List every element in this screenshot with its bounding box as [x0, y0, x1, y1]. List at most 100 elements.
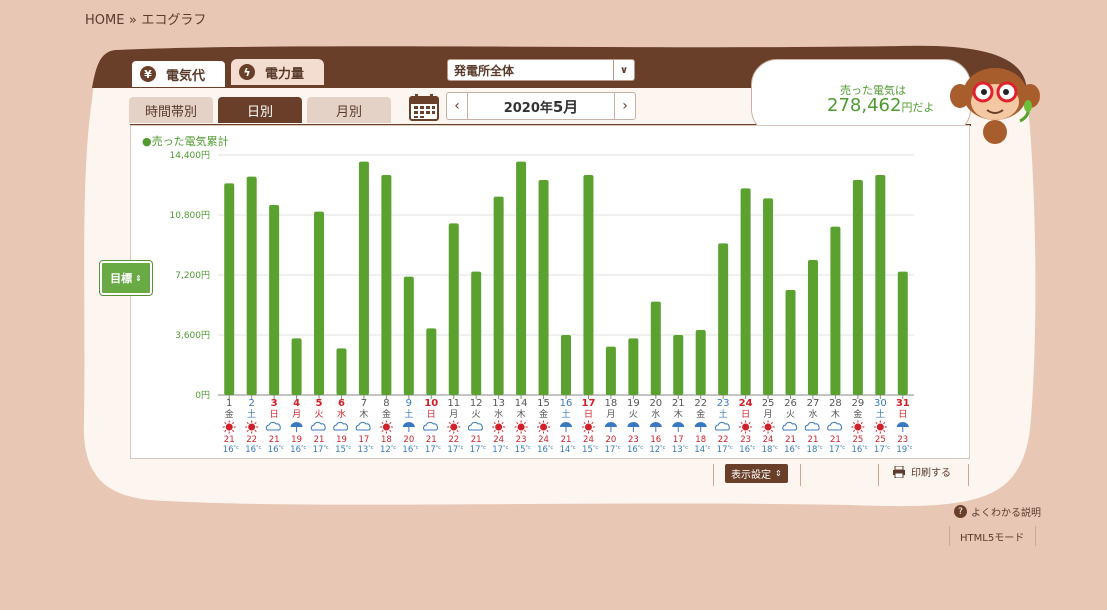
- cloud-icon: [714, 421, 730, 431]
- temp-high-label: 18: [381, 435, 392, 445]
- x-tick-label-day: 27: [807, 398, 820, 409]
- sun-icon: [382, 423, 390, 431]
- sun-ray: [224, 422, 227, 425]
- umbrella-icon: [896, 422, 909, 427]
- x-tick-label-weekday: 日: [741, 409, 750, 420]
- bar: [358, 161, 369, 395]
- x-tick-label-weekday: 月: [292, 409, 301, 420]
- sun-ray: [389, 422, 392, 425]
- bar: [269, 205, 280, 395]
- temp-low-label: 17: [717, 445, 728, 455]
- x-tick-label-day: 18: [605, 398, 618, 409]
- temp-low-label: 17: [470, 445, 481, 455]
- sun-ray: [748, 429, 751, 432]
- temp-unit-label: °c: [683, 445, 689, 451]
- sun-ray: [538, 422, 541, 425]
- bar: [763, 198, 774, 395]
- y-tick-label: 0円: [195, 390, 210, 401]
- temp-high-label: 21: [269, 435, 280, 445]
- help-label: よくわかる説明: [971, 508, 1041, 519]
- temp-low-label: 17: [447, 445, 458, 455]
- temp-unit-label: °c: [728, 445, 734, 451]
- display-settings-button[interactable]: 表示設定 ⇕: [725, 464, 788, 483]
- bar: [381, 175, 392, 395]
- temp-low-label: 16: [851, 445, 862, 455]
- x-tick-label-weekday: 水: [651, 408, 660, 420]
- bar: [246, 176, 257, 395]
- temp-low-label: 16: [537, 445, 548, 455]
- x-tick-label-day: 30: [874, 398, 887, 409]
- bar: [516, 161, 527, 395]
- temp-unit-label: °c: [660, 445, 666, 451]
- x-tick-label-day: 9: [406, 398, 412, 409]
- sun-ray: [523, 422, 527, 425]
- x-tick-label-day: 6: [338, 398, 345, 409]
- temp-low-label: 16: [223, 445, 234, 455]
- temp-unit-label: °c: [750, 445, 756, 451]
- x-tick-label-weekday: 木: [517, 408, 526, 420]
- html5-mode-link[interactable]: HTML5モード: [960, 529, 1024, 544]
- bar: [471, 271, 482, 395]
- goal-toggle-button[interactable]: 目標 ⇕: [100, 261, 152, 295]
- help-link[interactable]: ? よくわかる説明: [954, 504, 1041, 519]
- temp-high-label: 22: [246, 435, 257, 445]
- x-tick-label-weekday: 水: [808, 408, 817, 420]
- sun-ray: [493, 429, 496, 432]
- temp-high-label: 23: [516, 435, 527, 445]
- x-tick-label-day: 26: [784, 398, 797, 409]
- temp-unit-label: °c: [234, 445, 240, 451]
- y-tick-label: 3,600円: [175, 330, 210, 341]
- goal-toggle-label: 目標: [110, 272, 133, 285]
- updown-icon: ⇕: [775, 469, 782, 478]
- bar: [673, 335, 684, 395]
- x-tick-label-day: 16: [560, 398, 573, 409]
- temp-high-label: 21: [314, 435, 325, 445]
- bar: [448, 223, 459, 395]
- bar: [852, 180, 863, 395]
- sun-ray: [456, 429, 459, 432]
- bar: [605, 346, 616, 395]
- temp-high-label: 23: [740, 435, 751, 445]
- sun-ray: [883, 422, 886, 425]
- temp-unit-label: °c: [570, 445, 576, 451]
- cloud-icon: [310, 421, 326, 431]
- question-icon: ?: [954, 505, 967, 518]
- cloud-icon: [265, 421, 281, 431]
- temp-high-label: 25: [852, 435, 863, 445]
- sun-ray: [583, 422, 586, 425]
- cloud-icon: [355, 421, 371, 431]
- umbrella-icon: [290, 422, 303, 427]
- divider: [878, 464, 879, 486]
- sun-ray: [591, 429, 594, 432]
- temp-unit-label: °c: [458, 445, 464, 451]
- temp-unit-label: °c: [256, 445, 262, 451]
- temp-unit-label: °c: [548, 445, 554, 451]
- sun-ray: [523, 429, 527, 432]
- sun-ray: [538, 429, 541, 432]
- print-button[interactable]: 印刷する: [893, 464, 951, 479]
- x-tick-label-weekday: 月: [606, 409, 615, 420]
- x-tick-label-day: 31: [896, 398, 910, 409]
- temp-low-label: 16: [402, 445, 413, 455]
- sun-ray: [770, 422, 774, 425]
- x-tick-label-day: 20: [649, 398, 662, 409]
- temp-unit-label: °c: [840, 445, 846, 451]
- bar: [224, 183, 235, 395]
- umbrella-icon: [672, 422, 685, 427]
- sun-icon: [764, 423, 772, 431]
- temp-high-label: 19: [291, 435, 302, 445]
- x-tick-label-weekday: 木: [831, 408, 840, 420]
- bar: [493, 196, 504, 395]
- x-tick-label-weekday: 木: [674, 408, 683, 420]
- sun-ray: [763, 429, 766, 432]
- cloud-icon: [804, 421, 820, 431]
- temp-high-label: 16: [650, 435, 661, 445]
- temp-unit-label: °c: [907, 445, 913, 451]
- temp-high-label: 21: [561, 435, 572, 445]
- temp-high-label: 20: [605, 435, 616, 445]
- temp-unit-label: °c: [885, 445, 891, 451]
- x-tick-label-weekday: 火: [629, 409, 638, 420]
- x-tick-label-weekday: 火: [315, 409, 324, 420]
- x-tick-label-weekday: 月: [449, 409, 458, 420]
- temp-unit-label: °c: [368, 445, 374, 451]
